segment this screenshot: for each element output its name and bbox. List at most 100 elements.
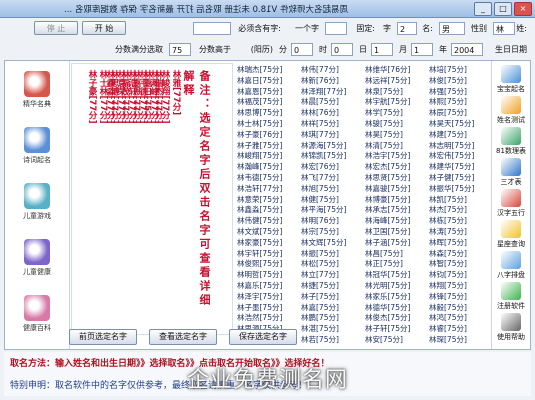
nav-item[interactable]: 八字排盘 [494, 251, 528, 280]
name-candidate[interactable]: 林捷[75分] [301, 281, 346, 292]
start-button[interactable]: 开 始 [82, 21, 126, 35]
name-candidate[interactable]: 林文斌[75分] [237, 227, 282, 238]
name-candidate[interactable]: 林安[75分] [365, 335, 410, 346]
name-candidate[interactable]: 林瑞杰[75分] [237, 65, 282, 76]
name-candidate[interactable]: 林昌[75分] [365, 249, 410, 260]
featured-name[interactable]: 林意荣[77分] [115, 70, 126, 323]
save-selected-button[interactable]: 保存选定名字 [229, 329, 297, 345]
name-candidate[interactable]: 林泽宇[75分] [237, 292, 282, 303]
featured-name[interactable]: 林子豪[77分] [86, 70, 97, 323]
name-candidate[interactable]: 林宇航[75分] [365, 97, 410, 108]
name-candidate[interactable]: 林锦凯[75分] [301, 151, 346, 162]
name-candidate[interactable]: 林伟健[75分] [237, 216, 282, 227]
name-candidate[interactable]: 林嘉[75分] [301, 303, 346, 314]
hour-input[interactable]: 0 [331, 43, 353, 56]
name-candidate[interactable]: 林嘉乐[75分] [237, 281, 282, 292]
name-candidate[interactable]: 林森[75分] [429, 249, 474, 260]
minimize-button[interactable]: _ [474, 2, 492, 16]
name-candidate[interactable]: 林俊熙[75分] [237, 259, 282, 270]
name-candidate[interactable]: 林旭[75分] [301, 184, 346, 195]
nav-item[interactable]: 81数理表 [494, 127, 528, 156]
name-candidate[interactable]: 林栋[75分] [429, 216, 474, 227]
name-candidate[interactable]: 林卫国[75分] [365, 227, 410, 238]
maximize-button[interactable]: □ [494, 2, 512, 16]
name-candidate[interactable]: 林博豪[75分] [365, 195, 410, 206]
name-candidate[interactable]: 林宏[76分] [301, 162, 346, 173]
name-candidate[interactable]: 林涛[75分] [429, 227, 474, 238]
name-candidate[interactable]: 林子雅[75分] [237, 141, 282, 152]
name-candidate[interactable]: 林嘉骏[75分] [365, 184, 410, 195]
name-candidate[interactable]: 林琪[77分] [301, 130, 346, 141]
name-candidate[interactable]: 林林[76分] [301, 108, 346, 119]
name-candidate[interactable]: 林强[75分] [429, 87, 474, 98]
must-char-input[interactable] [193, 22, 231, 35]
featured-name[interactable]: 林鑫淼[77分] [104, 70, 115, 323]
name-candidate[interactable]: 林建[75分] [429, 130, 474, 141]
name-candidate[interactable]: 林新[76分] [301, 76, 346, 87]
side-item[interactable]: 健康百科 [13, 295, 61, 333]
name-candidate[interactable]: 林骏[75分] [365, 119, 410, 130]
name-candidate[interactable]: 林光明[75分] [365, 281, 410, 292]
month-input[interactable]: 1 [411, 43, 433, 56]
gender-select[interactable]: 男 [439, 22, 465, 35]
name-candidate[interactable]: 林源海[75分] [301, 141, 346, 152]
name-candidate[interactable]: 林子涵[75分] [365, 238, 410, 249]
nav-item[interactable]: 宝宝起名 [494, 65, 528, 94]
name-candidate[interactable]: 林子轩[75分] [365, 324, 410, 335]
name-candidate[interactable]: 林明[76分] [301, 216, 346, 227]
name-candidate[interactable]: 林正[75分] [365, 259, 410, 270]
name-candidate[interactable]: 林鸿[75分] [429, 313, 474, 324]
nav-item[interactable]: 姓名测试 [494, 96, 528, 125]
name-candidate[interactable]: 林子墨[75分] [237, 303, 282, 314]
name-candidate[interactable]: 林健[75分] [301, 195, 346, 206]
nav-item[interactable]: 星座查询 [494, 220, 528, 249]
name-candidate[interactable]: 林振[75分] [301, 249, 346, 260]
name-candidate[interactable]: 林若[75分] [301, 335, 346, 346]
name-candidate[interactable]: 林维华[76分] [365, 65, 410, 76]
name-candidate[interactable]: 林俊[75分] [429, 76, 474, 87]
name-candidate[interactable]: 林子[75分] [301, 292, 346, 303]
name-candidate[interactable]: 林嘉日[75分] [237, 76, 282, 87]
name-candidate[interactable]: 林嘉恩[75分] [237, 87, 282, 98]
name-candidate[interactable]: 林飞[77分] [301, 173, 346, 184]
name-length-select[interactable]: 2 [397, 22, 417, 35]
name-candidate[interactable]: 林昊[75分] [365, 130, 410, 141]
view-selected-button[interactable]: 查看选定名字 [149, 329, 217, 345]
name-candidate[interactable]: 林宏杰[75分] [365, 162, 410, 173]
name-candidate[interactable]: 林浩宇[75分] [365, 151, 410, 162]
name-candidate[interactable]: 林宇轩[75分] [237, 249, 282, 260]
name-candidate[interactable]: 林子豪[76分] [237, 130, 282, 141]
name-candidate[interactable]: 林平海[75分] [301, 205, 346, 216]
name-candidate[interactable]: 林宏伟[75分] [429, 151, 474, 162]
name-candidate[interactable]: 林琛[75分] [429, 335, 474, 346]
featured-name[interactable]: 林浩轩[77分] [126, 70, 137, 323]
name-candidate[interactable]: 林浩轩[77分] [237, 184, 282, 195]
name-candidate[interactable]: 林家豪[75分] [237, 238, 282, 249]
name-candidate[interactable]: 林宗[75分] [301, 227, 346, 238]
name-candidate[interactable]: 林瀚峰[75分] [237, 162, 282, 173]
name-candidate[interactable]: 林士林[75分] [237, 119, 282, 130]
name-candidate[interactable]: 林承志[75分] [365, 205, 410, 216]
name-candidate[interactable]: 林志明[75分] [429, 141, 474, 152]
name-candidate[interactable]: 林熙[75分] [429, 97, 474, 108]
name-candidate[interactable]: 林家乐[75分] [365, 292, 410, 303]
name-candidate[interactable]: 林祥[75分] [301, 119, 346, 130]
year-input[interactable]: 2004 [451, 43, 483, 56]
stop-button[interactable]: 停 止 [34, 21, 78, 35]
name-candidate[interactable]: 林韦德[75分] [237, 173, 282, 184]
name-candidate[interactable]: 林俊杰[75分] [365, 313, 410, 324]
name-candidate[interactable]: 林鹏[75分] [301, 313, 346, 324]
featured-name[interactable]: 林瀚峰[77分] [148, 70, 159, 323]
name-candidate[interactable]: 林鑫淼[75分] [237, 205, 282, 216]
name-candidate[interactable]: 林翔[75分] [429, 281, 474, 292]
name-candidate[interactable]: 林明哲[75分] [237, 270, 282, 281]
name-candidate[interactable]: 林松[75分] [301, 259, 346, 270]
name-candidate[interactable]: 林冠华[75分] [365, 270, 410, 281]
score-input[interactable]: 75 [169, 43, 191, 56]
side-item[interactable]: 精华名典 [13, 71, 61, 109]
name-candidate[interactable]: 林泉[75分] [365, 87, 410, 98]
name-candidate[interactable]: 林杰[75分] [429, 205, 474, 216]
nav-item[interactable]: 汉字五行 [494, 189, 528, 218]
name-candidate[interactable]: 林峻翔[75分] [237, 151, 282, 162]
name-candidate[interactable]: 林泽翔[77分] [301, 87, 346, 98]
